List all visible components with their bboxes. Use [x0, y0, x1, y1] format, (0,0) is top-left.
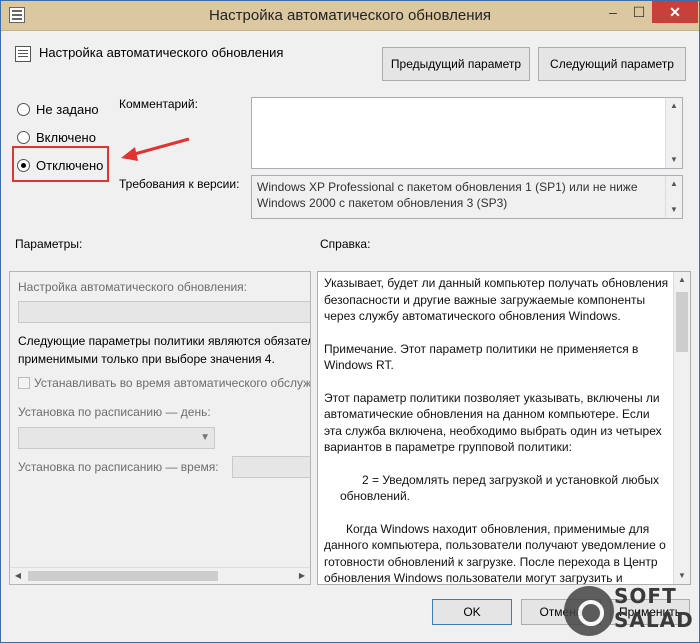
options-scrollbar[interactable]: ◀ ▶ — [10, 567, 310, 584]
watermark-line-1: SOFT — [614, 584, 677, 608]
softsalad-watermark: SOFT SALAD — [564, 584, 696, 640]
minimize-button[interactable]: – — [600, 1, 626, 23]
ok-button[interactable]: OK — [432, 599, 512, 625]
close-button[interactable]: ✕ — [652, 1, 698, 23]
help-paragraph: Указывает, будет ли данный компьютер пол… — [324, 276, 669, 323]
schedule-day-select[interactable]: ▼ — [18, 427, 215, 449]
maintenance-checkbox-label: Устанавливать во время автоматического о… — [34, 376, 311, 390]
help-scrollbar[interactable]: ▲ ▼ — [673, 272, 690, 584]
help-paragraph: 2 = Уведомлять перед загрузкой и установ… — [340, 472, 659, 504]
supported-line: Windows XP Professional с пакетом обновл… — [257, 180, 638, 194]
policy-name: Настройка автоматического обновления — [39, 45, 284, 60]
scroll-thumb[interactable] — [28, 571, 218, 581]
maintenance-checkbox[interactable] — [18, 377, 30, 389]
schedule-time-label: Установка по расписанию — время: — [18, 460, 219, 474]
watermark-logo-icon — [564, 586, 614, 636]
pointer-arrow-icon — [121, 137, 190, 161]
config-label: Настройка автоматического обновления: — [18, 280, 247, 294]
maximize-button[interactable]: ☐ — [626, 1, 652, 23]
watermark-line-2: SALAD — [614, 608, 694, 632]
schedule-time-select[interactable] — [232, 456, 310, 478]
scroll-down-icon[interactable]: ▼ — [666, 152, 682, 168]
help-paragraph: Примечание. Этот параметр политики не пр… — [324, 341, 639, 373]
scroll-up-icon[interactable]: ▲ — [666, 176, 682, 192]
policy-setting-icon — [15, 46, 31, 62]
help-text: Указывает, будет ли данный компьютер пол… — [324, 275, 670, 585]
scroll-thumb[interactable] — [676, 292, 688, 352]
scroll-down-icon[interactable]: ▼ — [674, 568, 690, 584]
options-panel: Настройка автоматического обновления: Сл… — [9, 271, 311, 585]
help-panel: Указывает, будет ли данный компьютер пол… — [317, 271, 691, 585]
help-label: Справка: — [320, 237, 371, 251]
comment-textarea[interactable]: ▲ ▼ — [251, 97, 683, 169]
comment-label: Комментарий: — [119, 97, 198, 111]
supported-line: Windows 2000 с пакетом обновления 3 (SP3… — [257, 196, 508, 210]
radio-circle[interactable] — [17, 131, 30, 144]
schedule-day-label: Установка по расписанию — день: — [18, 405, 211, 419]
next-setting-button[interactable]: Следующий параметр — [538, 47, 686, 81]
help-paragraph: Этот параметр политики позволяет указыва… — [324, 390, 662, 455]
radio-label: Не задано — [36, 102, 99, 117]
scroll-right-icon[interactable]: ▶ — [294, 568, 310, 584]
scroll-up-icon[interactable]: ▲ — [674, 272, 690, 288]
supported-on-label: Требования к версии: — [119, 177, 240, 191]
note-line-2: применимыми только при выборе значения 4… — [18, 352, 275, 366]
radio-circle[interactable] — [17, 103, 30, 116]
options-label: Параметры: — [15, 237, 83, 251]
supported-scrollbar[interactable]: ▲ ▼ — [665, 176, 682, 218]
chevron-down-icon: ▼ — [200, 432, 210, 443]
highlight-box — [12, 146, 109, 182]
comment-scrollbar[interactable]: ▲ ▼ — [665, 98, 682, 168]
title-bar[interactable]: Настройка автоматического обновления – ☐… — [1, 1, 699, 31]
scroll-left-icon[interactable]: ◀ — [10, 568, 26, 584]
dialog-window: Настройка автоматического обновления – ☐… — [0, 0, 700, 643]
scroll-up-icon[interactable]: ▲ — [666, 98, 682, 114]
scroll-down-icon[interactable]: ▼ — [666, 202, 682, 218]
previous-setting-button[interactable]: Предыдущий параметр — [382, 47, 530, 81]
note-line-1: Следующие параметры политики являются об… — [18, 334, 311, 348]
supported-on-text: Windows XP Professional с пакетом обновл… — [257, 179, 657, 211]
window-title: Настройка автоматического обновления — [208, 7, 492, 24]
help-paragraph: Когда Windows находит обновления, примен… — [324, 521, 666, 585]
radio-label: Включено — [36, 130, 96, 145]
config-combo[interactable] — [18, 301, 310, 323]
